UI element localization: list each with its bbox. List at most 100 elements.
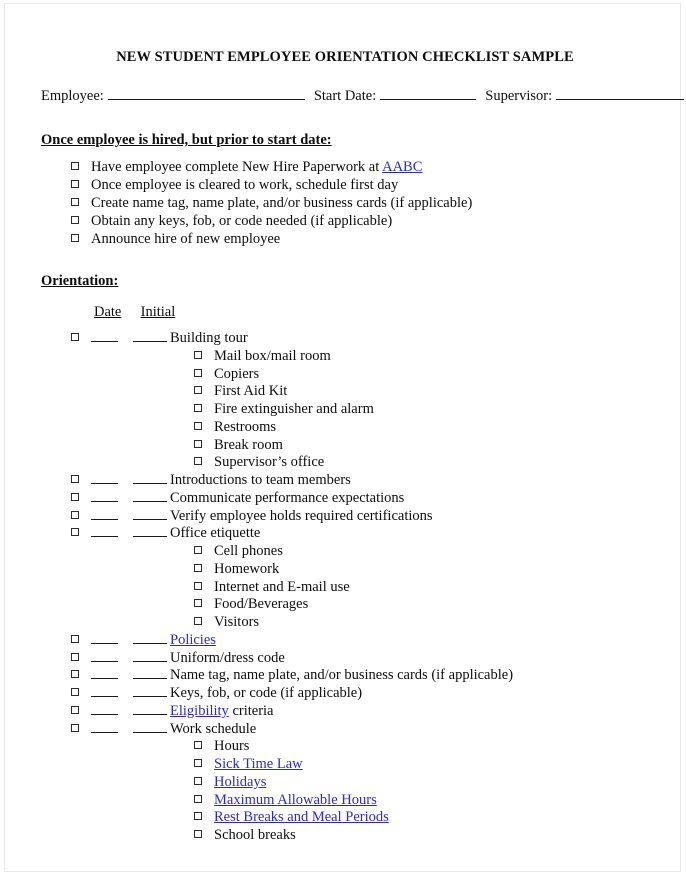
orientation-item-9-link[interactable]: Eligibility (170, 703, 229, 719)
orientation-item-0-sub-5-checkbox[interactable] (194, 439, 202, 448)
orientation-item-6-date-field[interactable] (91, 650, 118, 662)
orientation-item-10-sub-1-checkbox[interactable] (194, 759, 202, 768)
orientation-item-9-date-field[interactable] (91, 703, 118, 715)
orientation-item-0-sub-1-checkbox[interactable] (194, 368, 202, 377)
orientation-item-3-checkbox[interactable] (71, 510, 79, 519)
orientation-item-4-sub-0-checkbox[interactable] (194, 546, 202, 555)
orientation-item-10-sub-1-label: Sick Time Law (214, 756, 303, 774)
orientation-item-3-date-field[interactable] (91, 508, 118, 520)
orientation-item-4-sub-0-text: Cell phones (214, 543, 283, 560)
orientation-item-10-sub-2-checkbox[interactable] (194, 776, 202, 785)
orientation-item-0-initial-field[interactable] (133, 330, 167, 342)
orientation-item-0-sub-3-checkbox[interactable] (194, 404, 202, 413)
orientation-item-10-sub-1-link[interactable]: Sick Time Law (214, 756, 303, 772)
orientation-column-headers: Date Initial (41, 304, 671, 321)
orientation-item-6-label: Uniform/dress code (170, 650, 285, 668)
orientation-item-0-sub-4-checkbox[interactable] (194, 421, 202, 430)
orientation-item-7-checkbox[interactable] (71, 670, 79, 679)
orientation-item: Keys, fob, or code (if applicable) (41, 685, 671, 703)
orientation-item-7-initial-field[interactable] (133, 667, 167, 680)
orientation-item: Office etiquette (41, 525, 671, 543)
prehire-item: Announce hire of new employee (41, 230, 671, 248)
orientation-item-9-label: Eligibility criteria (170, 703, 274, 721)
orientation-item-0-date-field[interactable] (91, 330, 118, 342)
orientation-item-7-date-field[interactable] (91, 667, 118, 680)
prehire-item-4-checkbox[interactable] (71, 234, 79, 242)
orientation-item-4-sub-3-text: Food/Beverages (214, 596, 309, 613)
prehire-item-4-label: Announce hire of new employee (91, 230, 280, 248)
orientation-item-10-initial-field[interactable] (133, 721, 167, 733)
prehire-item-1-label: Once employee is cleared to work, schedu… (91, 176, 398, 194)
orientation-item-4-sub-4-label: Visitors (214, 614, 259, 632)
page-title: NEW STUDENT EMPLOYEE ORIENTATION CHECKLI… (116, 49, 574, 65)
orientation-item-4-sub-1-checkbox[interactable] (194, 563, 202, 572)
orientation-item-5-link[interactable]: Policies (170, 632, 216, 648)
orientation-item-4-sub-2-label: Internet and E-mail use (214, 579, 350, 597)
supervisor-field[interactable] (556, 88, 685, 100)
orientation-item-10-checkbox[interactable] (71, 723, 79, 732)
prehire-item-0-checkbox[interactable] (71, 162, 79, 170)
orientation-item-9-initial-field[interactable] (133, 703, 167, 715)
orientation-item-4-sub-3-checkbox[interactable] (194, 599, 202, 608)
supervisor-label: Supervisor: (485, 88, 553, 104)
orientation-item-4-initial-field[interactable] (133, 525, 167, 538)
orientation-item-5-initial-field[interactable] (133, 632, 167, 645)
orientation-item: Policies (41, 632, 671, 650)
orientation-section-heading: Orientation: (41, 273, 119, 289)
orientation-item-2-checkbox[interactable] (71, 492, 79, 501)
orientation-item-5-date-field[interactable] (91, 632, 118, 645)
orientation-item-10-sub-3-link[interactable]: Maximum Allowable Hours (214, 792, 377, 808)
orientation-item-0-checkbox[interactable] (71, 333, 79, 341)
orientation-item-10-sub-2-link[interactable]: Holidays (214, 774, 266, 790)
orientation-item-9-checkbox[interactable] (71, 705, 79, 714)
orientation-item-3-text: Verify employee holds required certifica… (170, 507, 433, 524)
orientation-subitem: School breaks (41, 827, 671, 845)
orientation-item-1-text: Introductions to team members (170, 472, 351, 489)
orientation-item-4-sub-2-text: Internet and E-mail use (214, 578, 350, 595)
orientation-item-4-date-field[interactable] (91, 525, 118, 538)
orientation-item-3-initial-field[interactable] (133, 508, 167, 520)
prehire-item-3-checkbox[interactable] (71, 216, 79, 224)
prehire-item-1-text: Once employee is cleared to work, schedu… (91, 177, 399, 193)
orientation-item-2-date-field[interactable] (91, 490, 118, 502)
orientation-item-0-sub-2-checkbox[interactable] (194, 386, 202, 395)
orientation-item: Communicate performance expectations (41, 490, 671, 508)
orientation-item-0-sub-1-text: Copiers (214, 365, 260, 382)
orientation-item-10-date-field[interactable] (91, 721, 118, 733)
orientation-item-10-sub-4-link[interactable]: Rest Breaks and Meal Periods (214, 809, 389, 825)
orientation-item-10-sub-3-checkbox[interactable] (194, 794, 202, 803)
orientation-subitem: Restrooms (41, 419, 671, 437)
orientation-item-10-sub-2-label: Holidays (214, 774, 266, 792)
orientation-item-0-sub-4-label: Restrooms (214, 419, 276, 437)
orientation-subitem: Cell phones (41, 543, 671, 561)
orientation-item-4-sub-2-checkbox[interactable] (194, 581, 202, 590)
orientation-item-10-sub-0-checkbox[interactable] (194, 741, 202, 750)
orientation-item-1-date-field[interactable] (91, 472, 118, 485)
orientation-subitem: Holidays (41, 774, 671, 792)
orientation-item-8-checkbox[interactable] (71, 688, 79, 697)
orientation-item-10-sub-4-checkbox[interactable] (194, 812, 202, 821)
orientation-item-0-sub-0-checkbox[interactable] (194, 350, 202, 359)
orientation-item-8-date-field[interactable] (91, 685, 118, 698)
orientation-item-6-initial-field[interactable] (133, 650, 167, 662)
orientation-item-10-sub-5-checkbox[interactable] (194, 830, 202, 839)
prehire-item-0-link[interactable]: AABC (382, 159, 422, 175)
orientation-item-8-initial-field[interactable] (133, 685, 167, 698)
prehire-item-1-checkbox[interactable] (71, 180, 79, 188)
orientation-item-5-checkbox[interactable] (71, 635, 79, 644)
orientation-item-4-sub-3-label: Food/Beverages (214, 596, 308, 614)
prehire-item-2-checkbox[interactable] (71, 198, 79, 206)
orientation-item-6-checkbox[interactable] (71, 652, 79, 661)
prehire-item-2-text: Create name tag, name plate, and/or busi… (91, 195, 473, 211)
orientation-item-2-initial-field[interactable] (133, 490, 167, 502)
orientation-item-5-label: Policies (170, 632, 216, 650)
start-date-field[interactable] (380, 88, 477, 100)
employee-field[interactable] (107, 88, 305, 100)
orientation-item-1-initial-field[interactable] (133, 472, 167, 485)
orientation-item-0-sub-6-checkbox[interactable] (194, 457, 202, 466)
orientation-item-4-checkbox[interactable] (71, 528, 79, 537)
orientation-item-8-text: Keys, fob, or code (if applicable) (170, 685, 363, 702)
orientation-item-1-checkbox[interactable] (71, 475, 79, 484)
orientation-item-4-sub-4-checkbox[interactable] (194, 617, 202, 626)
orientation-item-3-label: Verify employee holds required certifica… (170, 508, 433, 526)
